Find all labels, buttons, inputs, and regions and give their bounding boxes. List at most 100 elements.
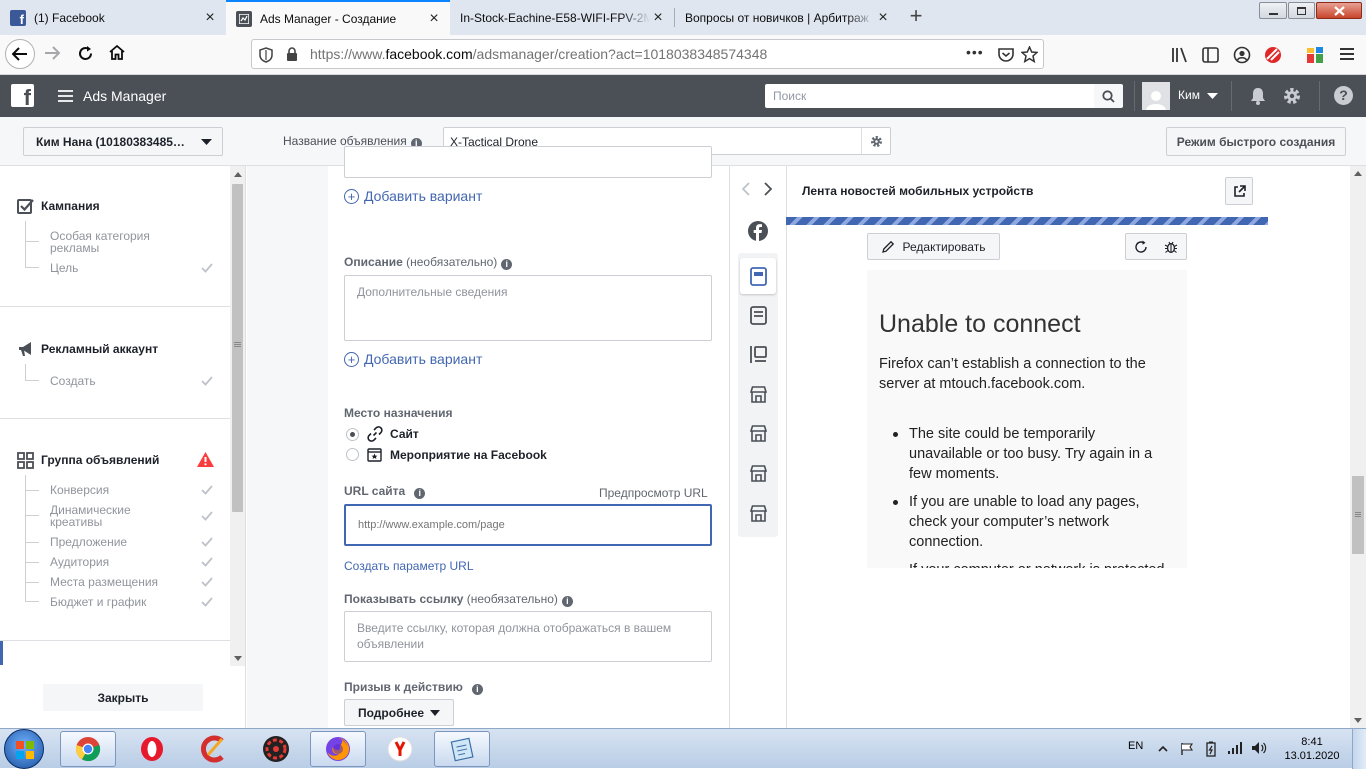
- page-actions-menu[interactable]: •••: [966, 44, 984, 60]
- destination-option-website[interactable]: Сайт: [346, 426, 419, 442]
- add-variant-link[interactable]: + Добавить вариант: [344, 188, 482, 204]
- gear-icon[interactable]: [870, 135, 883, 148]
- taskbar-ccleaner[interactable]: [186, 731, 242, 767]
- speaker-icon[interactable]: [1251, 741, 1267, 755]
- close-button[interactable]: Закрыть: [43, 684, 203, 711]
- desktop-feed-icon[interactable]: [749, 306, 768, 325]
- taskbar-notepad[interactable]: [434, 731, 490, 767]
- taskbar-chrome[interactable]: [60, 731, 116, 767]
- bell-icon[interactable]: [1248, 86, 1268, 106]
- close-icon[interactable]: ×: [426, 10, 442, 27]
- taskbar-yandex[interactable]: [372, 731, 428, 767]
- chevron-left-icon[interactable]: [742, 182, 750, 196]
- library-icon[interactable]: [1171, 47, 1189, 63]
- hamburger-menu-icon[interactable]: [58, 90, 73, 102]
- forward-button[interactable]: [44, 46, 60, 60]
- back-button[interactable]: [5, 39, 35, 69]
- minimize-button[interactable]: [1259, 2, 1287, 19]
- facebook-logo-icon[interactable]: f: [11, 84, 34, 107]
- tab-ads-manager[interactable]: Ads Manager - Создание ×: [226, 0, 450, 35]
- ad-account-select[interactable]: Ким Нана (10180383485…: [23, 127, 223, 156]
- sidebar-scrollbar[interactable]: [230, 166, 245, 666]
- quick-create-button[interactable]: Режим быстрого создания: [1166, 127, 1346, 156]
- radio-unselected[interactable]: [346, 448, 359, 461]
- show-desktop-button[interactable]: [1352, 729, 1366, 769]
- tab-facebook[interactable]: f (1) Facebook ×: [0, 0, 226, 35]
- shield-icon[interactable]: [259, 47, 273, 63]
- url-bar[interactable]: https://www.facebook.com/adsmanager/crea…: [251, 39, 1044, 69]
- url-preview-link[interactable]: Предпросмотр URL: [599, 486, 708, 500]
- create-url-parameter-link[interactable]: Создать параметр URL: [344, 559, 474, 573]
- close-window-button[interactable]: [1316, 2, 1362, 19]
- edit-button[interactable]: Редактировать: [867, 233, 1000, 260]
- chevron-right-icon[interactable]: [764, 182, 772, 196]
- sidebar-item-dynamic-creative[interactable]: Динамические креативы: [50, 504, 150, 528]
- sidebar-section-ad-account[interactable]: Рекламный аккаунт: [17, 340, 158, 358]
- taskbar-app-red[interactable]: [248, 731, 304, 767]
- bug-icon[interactable]: [1164, 240, 1178, 254]
- marketplace-icon[interactable]: [749, 385, 768, 404]
- sidebar-section-ad-set[interactable]: Группа объявлений: [17, 451, 159, 469]
- menu-hamburger-icon[interactable]: [1339, 46, 1355, 62]
- help-icon[interactable]: ?: [1334, 86, 1353, 105]
- display-link-field[interactable]: Введите ссылку, которая должна отображат…: [344, 611, 712, 662]
- sidebar-item-create-account[interactable]: Создать: [50, 375, 96, 387]
- search-button[interactable]: [1094, 84, 1123, 108]
- account-icon[interactable]: [1233, 46, 1251, 64]
- sidebar-item-special-category[interactable]: Особая категория рекламы: [50, 230, 180, 254]
- signal-icon[interactable]: [1227, 741, 1243, 755]
- sidebar-item-offer[interactable]: Предложение: [50, 536, 127, 548]
- sidebar-item-budget-schedule[interactable]: Бюджет и график: [50, 596, 146, 608]
- system-clock[interactable]: 8:41 13.01.2020: [1281, 735, 1343, 763]
- sidebar-item-placements[interactable]: Места размещения: [50, 576, 158, 588]
- user-name[interactable]: Ким: [1178, 88, 1200, 102]
- start-button[interactable]: [4, 729, 44, 769]
- destination-option-facebook-event[interactable]: Мероприятие на Facebook: [346, 447, 547, 462]
- sidebar-item-conversion[interactable]: Конверсия: [50, 484, 109, 496]
- app-title[interactable]: Ads Manager: [83, 88, 166, 104]
- marketplace-icon[interactable]: [749, 424, 768, 443]
- sidebar-item-audience[interactable]: Аудитория: [50, 556, 109, 568]
- extension-red-icon[interactable]: [1263, 45, 1283, 65]
- home-button[interactable]: [108, 44, 126, 61]
- lock-icon[interactable]: [286, 47, 298, 62]
- taskbar-opera[interactable]: [124, 731, 180, 767]
- close-icon[interactable]: ×: [202, 9, 218, 26]
- website-url-input[interactable]: [344, 504, 712, 546]
- bookmark-star-icon[interactable]: [1021, 46, 1038, 63]
- sidebar-section-campaign[interactable]: Кампания: [17, 197, 100, 215]
- battery-icon[interactable]: [1204, 741, 1218, 757]
- facebook-circle-icon[interactable]: [748, 221, 768, 241]
- refresh-icon[interactable]: [1134, 240, 1148, 254]
- pocket-icon[interactable]: [998, 47, 1014, 62]
- right-column-icon[interactable]: [749, 345, 768, 364]
- close-icon[interactable]: ×: [875, 9, 891, 26]
- tray-expand-icon[interactable]: [1158, 746, 1168, 752]
- sidebar-item-objective[interactable]: Цель: [50, 262, 78, 274]
- warning-icon[interactable]: [197, 452, 214, 467]
- extension-grid-icon[interactable]: [1306, 46, 1324, 64]
- language-indicator[interactable]: EN: [1128, 740, 1143, 752]
- close-icon[interactable]: ×: [650, 9, 666, 26]
- page-scrollbar[interactable]: [1350, 166, 1366, 728]
- marketplace-icon[interactable]: [749, 504, 768, 523]
- tab-eachine[interactable]: In-Stock-Eachine-E58-WIFI-FPV-2M ×: [450, 0, 674, 35]
- radio-selected[interactable]: [346, 427, 359, 441]
- reload-button[interactable]: [77, 45, 94, 62]
- sidebar-icon[interactable]: [1202, 47, 1219, 63]
- marketplace-icon[interactable]: [749, 464, 768, 483]
- search-input[interactable]: [765, 84, 1094, 108]
- cta-dropdown[interactable]: Подробнее: [344, 699, 454, 726]
- taskbar-firefox[interactable]: [310, 731, 366, 767]
- description-field[interactable]: Дополнительные сведения: [344, 275, 712, 341]
- restore-button[interactable]: [1288, 2, 1315, 19]
- gear-icon[interactable]: [1281, 85, 1303, 107]
- avatar[interactable]: [1142, 82, 1170, 110]
- open-preview-button[interactable]: [1225, 177, 1253, 205]
- flag-icon[interactable]: [1180, 742, 1194, 756]
- add-variant-link[interactable]: + Добавить вариант: [344, 351, 482, 367]
- caret-down-icon[interactable]: [1207, 93, 1218, 99]
- new-tab-plus-icon[interactable]: +: [905, 5, 927, 28]
- tab-arbitrage-forum[interactable]: Вопросы от новичков | Арбитраж ×: [675, 0, 899, 35]
- headline-field[interactable]: [344, 146, 712, 178]
